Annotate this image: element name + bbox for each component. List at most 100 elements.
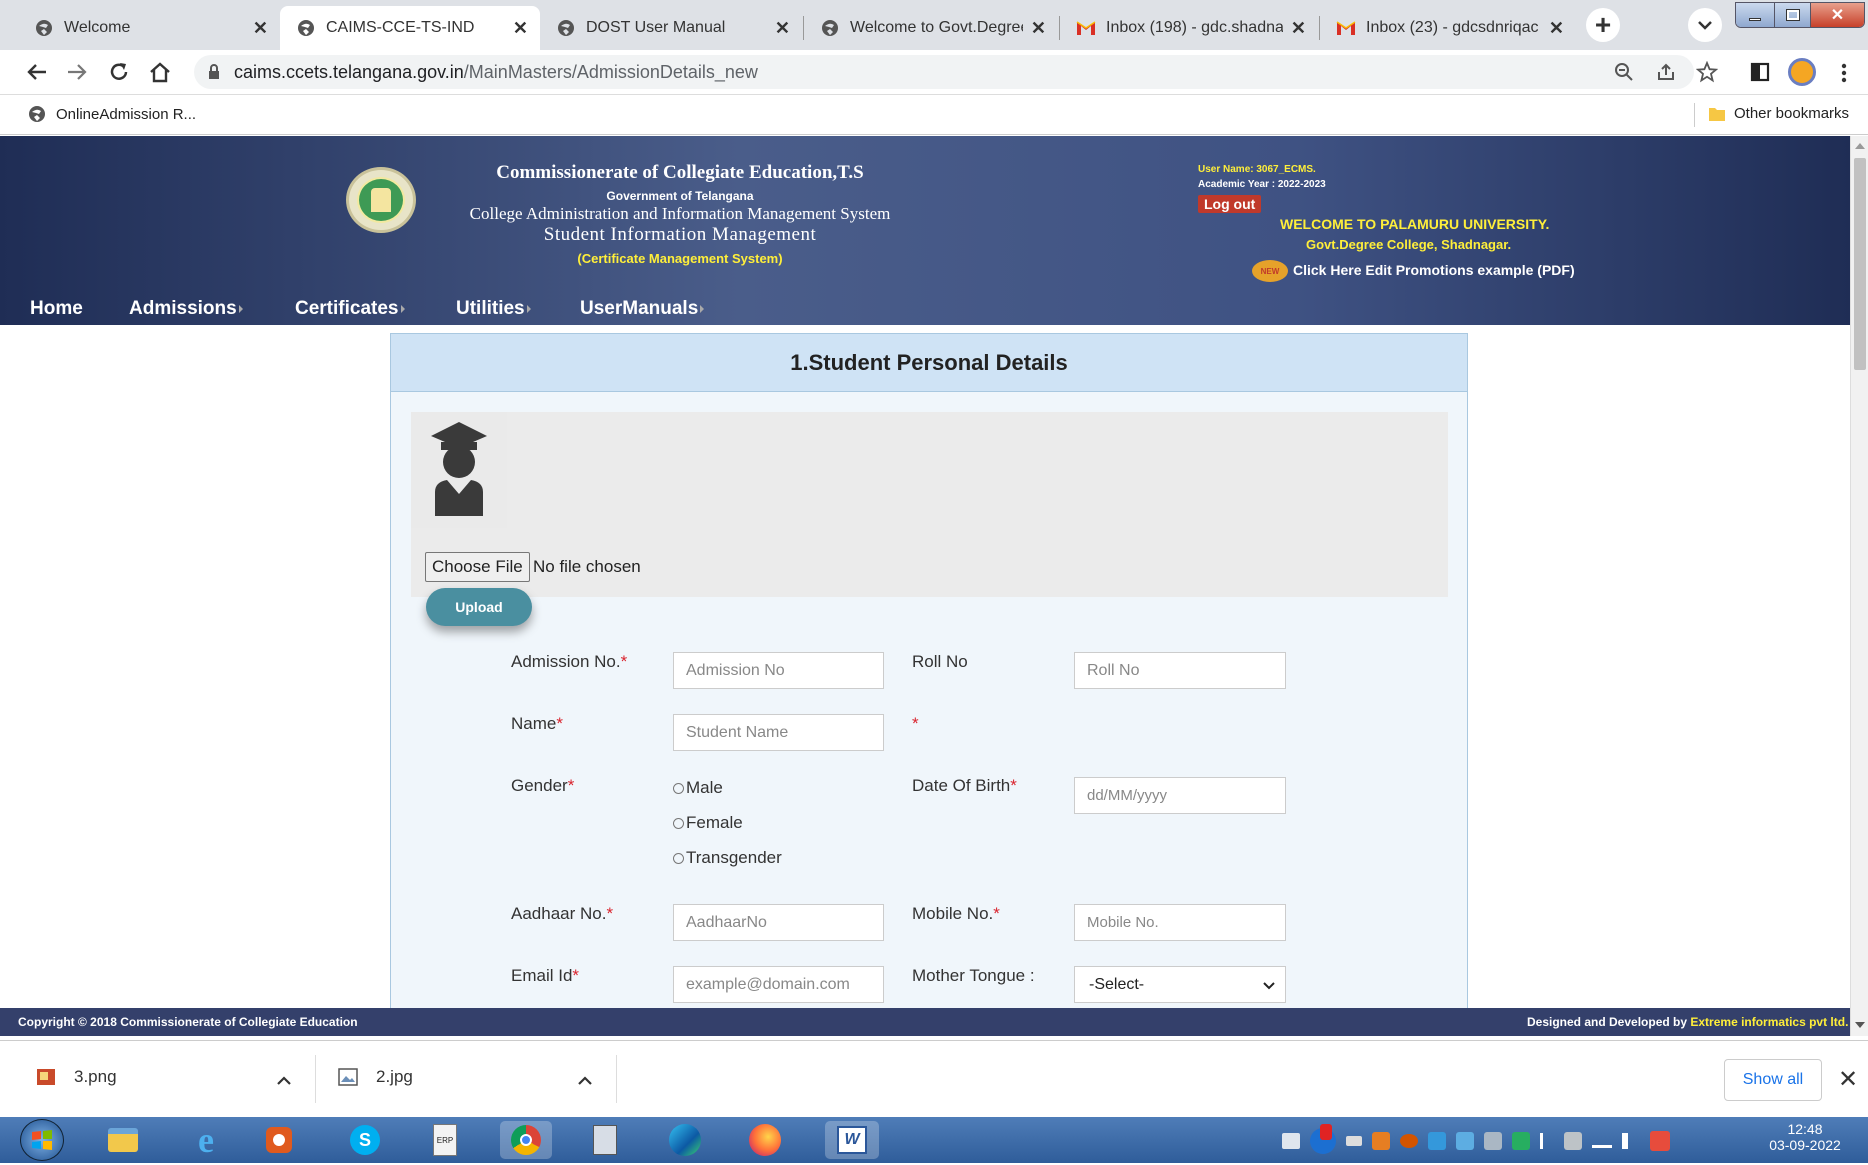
choose-file-button[interactable]: Choose File <box>425 552 530 582</box>
url-path: /MainMasters/AdmissionDetails_new <box>463 61 758 82</box>
student-name-input[interactable] <box>673 714 884 751</box>
sidepanel-icon[interactable] <box>1750 62 1770 82</box>
tray-icon[interactable] <box>1512 1132 1530 1150</box>
close-icon[interactable]: ✕ <box>253 18 268 39</box>
tray-icon[interactable] <box>1282 1133 1300 1149</box>
tray-icon[interactable] <box>1428 1132 1446 1150</box>
logout-button[interactable]: Log out <box>1198 195 1262 213</box>
nav-home[interactable]: Home <box>30 298 83 320</box>
aadhaar-input[interactable] <box>673 904 884 941</box>
scroll-down-icon[interactable] <box>1855 1022 1865 1029</box>
required-mark: * <box>993 904 1000 923</box>
close-icon[interactable]: ✕ <box>513 18 528 39</box>
media-player-icon[interactable] <box>259 1121 299 1159</box>
upload-button[interactable]: Upload <box>426 588 532 626</box>
share-icon[interactable] <box>1656 62 1676 82</box>
bookmarks-bar: OnlineAdmission R... Other bookmarks <box>0 95 1868 135</box>
calculator-icon[interactable] <box>585 1121 625 1159</box>
bookmark-other[interactable]: Other bookmarks <box>1708 105 1849 122</box>
word-icon[interactable]: W <box>825 1121 879 1159</box>
tab-gmail-198[interactable]: Inbox (198) - gdc.shadnag ✕ <box>1060 6 1318 50</box>
clock[interactable]: 12:48 03-09-2022 <box>1760 1121 1850 1153</box>
close-downloads-icon[interactable]: ✕ <box>1838 1065 1858 1094</box>
gender-radio-transgender[interactable]: Transgender <box>673 848 782 868</box>
tray-icon[interactable] <box>1456 1132 1474 1150</box>
label-text: Email Id <box>511 966 573 985</box>
scrollbar-thumb[interactable] <box>1854 158 1866 370</box>
company-link[interactable]: Extreme informatics pvt ltd. <box>1690 1015 1848 1029</box>
admission-no-input[interactable] <box>673 652 884 689</box>
mobile-input[interactable] <box>1074 904 1286 941</box>
new-tab-button[interactable]: + <box>1586 8 1620 42</box>
ie-icon[interactable]: e <box>186 1120 226 1160</box>
close-icon[interactable]: ✕ <box>1549 18 1564 39</box>
reload-icon[interactable] <box>108 61 130 83</box>
nav-utilities[interactable]: Utilities <box>456 298 531 320</box>
tray-icon[interactable] <box>1346 1136 1362 1146</box>
close-icon[interactable]: ✕ <box>775 18 790 39</box>
tab-gmail-23[interactable]: Inbox (23) - gdcsdnriqac ✕ <box>1320 6 1576 50</box>
tally-icon[interactable]: ERP <box>425 1121 465 1159</box>
chevron-down-icon <box>1698 21 1712 30</box>
promotions-link[interactable]: Click Here Edit Promotions example (PDF) <box>1293 262 1575 278</box>
close-icon[interactable]: ✕ <box>1291 18 1306 39</box>
close-icon[interactable]: ✕ <box>1031 18 1046 39</box>
browser-tab-strip: Welcome ✕ CAIMS-CCE-TS-IND ✕ DOST User M… <box>0 0 1868 50</box>
tab-welcome[interactable]: Welcome ✕ <box>18 6 280 50</box>
explorer-icon[interactable] <box>103 1121 143 1159</box>
scroll-up-icon[interactable] <box>1855 142 1865 149</box>
show-all-button[interactable]: Show all <box>1724 1059 1822 1101</box>
address-bar[interactable]: caims.ccets.telangana.gov.in/MainMasters… <box>194 55 1718 89</box>
tray-icon[interactable] <box>1484 1132 1502 1150</box>
gender-radio-female[interactable]: Female <box>673 813 743 833</box>
forward-icon[interactable] <box>66 62 88 82</box>
back-icon[interactable] <box>26 62 48 82</box>
tab-search-button[interactable] <box>1688 8 1722 42</box>
tray-icon[interactable] <box>1372 1132 1390 1150</box>
chrome-icon[interactable] <box>500 1121 552 1159</box>
chevron-up-icon[interactable] <box>578 1076 592 1085</box>
nav-usermanuals[interactable]: UserManuals <box>580 298 705 320</box>
zoom-icon[interactable] <box>1614 62 1634 82</box>
label-text: Mobile No. <box>912 904 994 923</box>
start-button[interactable] <box>20 1119 64 1161</box>
globe-icon <box>29 106 45 122</box>
tray-icon[interactable] <box>1650 1131 1670 1151</box>
nav-admissions[interactable]: Admissions <box>129 298 243 320</box>
gender-radio-male[interactable]: Male <box>673 778 723 798</box>
maximize-button[interactable] <box>1774 3 1810 27</box>
chevron-up-icon[interactable] <box>277 1076 291 1085</box>
volume-icon[interactable] <box>1622 1133 1640 1149</box>
menu-icon[interactable] <box>1840 62 1848 84</box>
tab-govt-degree[interactable]: Welcome to Govt.Degree ✕ <box>804 6 1058 50</box>
bookmark-star-icon[interactable] <box>1696 61 1718 83</box>
required-mark: * <box>567 776 575 795</box>
home-icon[interactable] <box>148 61 172 83</box>
close-window-button[interactable]: ✕ <box>1810 3 1864 27</box>
mother-tongue-select[interactable]: -Select- <box>1074 966 1286 1003</box>
firefox-icon[interactable] <box>745 1121 785 1159</box>
vertical-scrollbar[interactable] <box>1850 136 1868 1036</box>
edge-icon[interactable] <box>665 1121 705 1159</box>
photo-upload-area: Choose File No file chosen <box>411 412 1448 597</box>
bookmark-onlineadmission[interactable]: OnlineAdmission R... <box>28 105 196 123</box>
tab-caims[interactable]: CAIMS-CCE-TS-IND ✕ <box>280 6 540 50</box>
nav-certificates[interactable]: Certificates <box>295 298 405 320</box>
tray-icon[interactable] <box>1564 1132 1582 1150</box>
signal-icon[interactable] <box>1592 1134 1612 1148</box>
chevron-down-icon <box>1263 982 1275 990</box>
download-item-2jpg[interactable]: 2.jpg <box>338 1067 413 1087</box>
tray-icon[interactable] <box>1400 1134 1418 1148</box>
dob-input[interactable] <box>1074 777 1286 814</box>
minimize-button[interactable] <box>1736 3 1774 27</box>
tab-dost-manual[interactable]: DOST User Manual ✕ <box>540 6 802 50</box>
download-item-3png[interactable]: 3.png <box>36 1067 117 1087</box>
header-subtitle4: (Certificate Management System) <box>577 251 783 266</box>
profile-avatar[interactable] <box>1788 58 1816 86</box>
png-file-icon <box>37 1069 55 1085</box>
roll-no-input[interactable] <box>1074 652 1286 689</box>
email-input[interactable] <box>673 966 884 1003</box>
flag-icon[interactable] <box>1540 1133 1554 1149</box>
network-warning-icon[interactable] <box>1310 1124 1336 1154</box>
skype-icon[interactable]: S <box>345 1121 385 1159</box>
